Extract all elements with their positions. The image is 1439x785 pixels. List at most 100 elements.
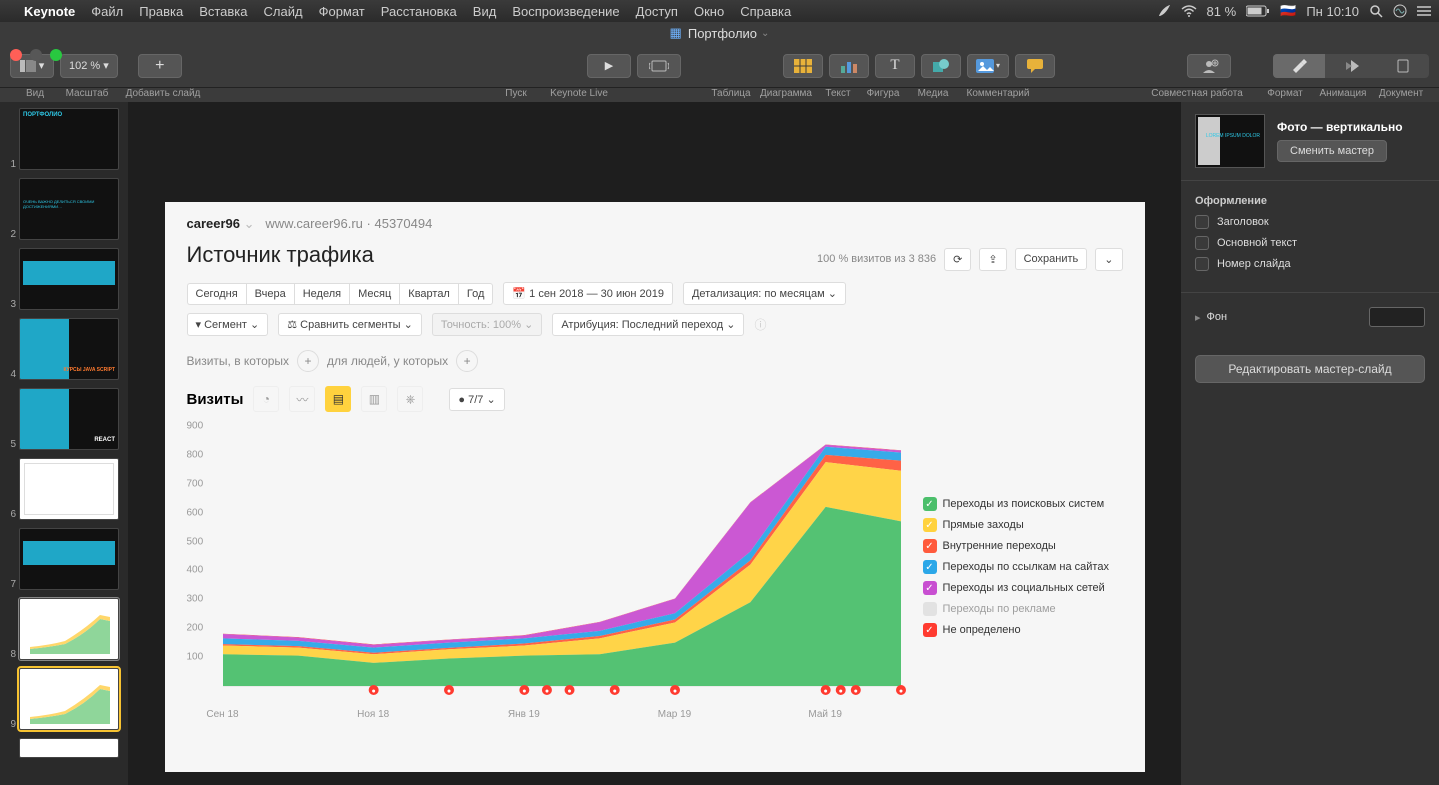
chart-type-area[interactable]: ▤: [325, 386, 351, 412]
period-today[interactable]: Сегодня: [187, 283, 246, 305]
media-button[interactable]: ▾: [967, 54, 1009, 78]
period-week[interactable]: Неделя: [294, 283, 349, 305]
add-visit-filter[interactable]: +: [297, 350, 319, 372]
save-menu-button[interactable]: ⌄: [1095, 248, 1122, 271]
master-title: Фото — вертикально: [1277, 120, 1403, 134]
refresh-button[interactable]: ⟳: [944, 248, 971, 271]
change-master-button[interactable]: Сменить мастер: [1277, 140, 1387, 162]
fullscreen-button[interactable]: [50, 49, 62, 61]
play-button[interactable]: ▶: [587, 54, 631, 78]
svg-text:●: ●: [853, 688, 857, 695]
chart-type-pie[interactable]: ◔: [253, 386, 279, 412]
menu-play[interactable]: Воспроизведение: [512, 4, 619, 19]
series-selector[interactable]: ● 7/7 ⌄: [449, 388, 504, 411]
slide-content[interactable]: career96 ⌄ www.career96.ru · 45370494 Ис…: [165, 202, 1145, 772]
menu-slide[interactable]: Слайд: [264, 4, 303, 19]
close-button[interactable]: [10, 49, 22, 61]
clock[interactable]: Пн 10:10: [1306, 4, 1359, 19]
thumb-4[interactable]: КУРСЫ JAVA SCRIPT: [19, 318, 119, 380]
save-button[interactable]: Сохранить: [1015, 248, 1088, 270]
inspector-tabs: [1273, 54, 1429, 78]
siri-icon[interactable]: [1393, 4, 1407, 18]
menu-format[interactable]: Формат: [319, 4, 365, 19]
table-button[interactable]: [783, 54, 823, 78]
add-people-filter[interactable]: +: [456, 350, 478, 372]
wifi-icon[interactable]: [1181, 5, 1197, 17]
chart-button[interactable]: [829, 54, 869, 78]
background-disclosure[interactable]: ▸ Фон: [1195, 307, 1425, 327]
edit-master-button[interactable]: Редактировать мастер-слайд: [1195, 355, 1425, 383]
attribution-button[interactable]: Атрибуция: Последний переход ⌄: [552, 313, 744, 336]
compare-button[interactable]: ⚖ Сравнить сегменты ⌄: [278, 313, 422, 336]
collaborate-button[interactable]: [1187, 54, 1231, 78]
keynote-window: ▦ Портфолио ⌄ ▾ 102 %▾ + ▶ T ▾ Вид Масшт…: [0, 22, 1439, 785]
spotlight-icon[interactable]: [1369, 4, 1383, 18]
shape-button[interactable]: [921, 54, 961, 78]
comment-button[interactable]: [1015, 54, 1055, 78]
legend-item[interactable]: ✓Внутренние переходы: [923, 539, 1123, 553]
svg-text:●: ●: [446, 688, 450, 695]
quill-icon[interactable]: [1157, 4, 1171, 18]
text-button[interactable]: T: [875, 54, 915, 78]
menu-help[interactable]: Справка: [740, 4, 791, 19]
period-yesterday[interactable]: Вчера: [246, 283, 294, 305]
thumb-3[interactable]: [19, 248, 119, 310]
period-year[interactable]: Год: [458, 283, 494, 305]
zoom-button[interactable]: 102 %▾: [60, 54, 118, 78]
legend-item[interactable]: ✓Прямые заходы: [923, 518, 1123, 532]
thumb-9[interactable]: [19, 668, 119, 730]
chart-type-map[interactable]: ⎈: [397, 386, 423, 412]
minimize-button[interactable]: [30, 49, 42, 61]
notification-center-icon[interactable]: [1417, 5, 1431, 17]
precision-button[interactable]: Точность: 100% ⌄: [432, 313, 542, 336]
period-month[interactable]: Месяц: [349, 283, 399, 305]
svg-text:●: ●: [371, 688, 375, 695]
date-range[interactable]: 📅 1 сен 2018 — 30 июн 2019: [503, 282, 673, 305]
export-button[interactable]: ⇪: [979, 248, 1006, 271]
menu-arrange[interactable]: Расстановка: [381, 4, 457, 19]
chart-type-bar[interactable]: ▥: [361, 386, 387, 412]
add-slide-button[interactable]: +: [138, 54, 182, 78]
background-colorwell[interactable]: [1369, 307, 1425, 327]
segment-button[interactable]: ▾ Сегмент ⌄: [187, 313, 269, 336]
period-quarter[interactable]: Квартал: [399, 283, 458, 305]
menu-view[interactable]: Вид: [473, 4, 497, 19]
slide-navigator[interactable]: 1ПОРТФОЛИО 2ОЧЕНЬ ВАЖНО ДЕЛИТЬСЯ СВОИМИ …: [0, 102, 128, 785]
metric-title: Визиты: [187, 391, 244, 408]
thumb-6[interactable]: [19, 458, 119, 520]
legend-item[interactable]: ✓Переходы по ссылкам на сайтах: [923, 560, 1123, 574]
thumb-2[interactable]: ОЧЕНЬ ВАЖНО ДЕЛИТЬСЯ СВОИМИ ДОСТИЖЕНИЯМИ…: [19, 178, 119, 240]
legend-item[interactable]: ✓Переходы из социальных сетей: [923, 581, 1123, 595]
menu-window[interactable]: Окно: [694, 4, 724, 19]
thumb-8[interactable]: [19, 598, 119, 660]
window-title[interactable]: Портфолио: [688, 26, 757, 41]
slide-canvas[interactable]: career96 ⌄ www.career96.ru · 45370494 Ис…: [128, 102, 1181, 785]
tab-animation[interactable]: [1325, 54, 1377, 78]
battery-icon[interactable]: [1246, 5, 1270, 17]
menu-edit[interactable]: Правка: [139, 4, 183, 19]
checkbox-slidenum[interactable]: [1195, 257, 1209, 271]
chart-type-line[interactable]: 〰: [289, 386, 315, 412]
thumb-10[interactable]: [19, 738, 119, 758]
report-title: Источник трафика: [165, 236, 396, 282]
help-icon[interactable]: ⓘ: [754, 316, 766, 333]
legend-item[interactable]: ✓Переходы из поисковых систем: [923, 497, 1123, 511]
thumb-7[interactable]: [19, 528, 119, 590]
thumb-5[interactable]: REACT: [19, 388, 119, 450]
title-chevron-icon[interactable]: ⌄: [761, 28, 769, 39]
keynote-live-button[interactable]: [637, 54, 681, 78]
detail-select[interactable]: Детализация: по месяцам ⌄: [683, 282, 846, 305]
master-thumbnail: LOREM IPSUM DOLOR: [1195, 114, 1265, 168]
checkbox-body[interactable]: [1195, 236, 1209, 250]
menu-file[interactable]: Файл: [91, 4, 123, 19]
menu-insert[interactable]: Вставка: [199, 4, 247, 19]
tab-document[interactable]: [1377, 54, 1429, 78]
input-flag[interactable]: 🇷🇺: [1280, 3, 1296, 19]
app-name-menu[interactable]: Keynote: [24, 4, 75, 19]
thumb-1[interactable]: ПОРТФОЛИО: [19, 108, 119, 170]
legend-item[interactable]: ✓Не определено: [923, 623, 1123, 637]
checkbox-title[interactable]: [1195, 215, 1209, 229]
legend-item[interactable]: Переходы по рекламе: [923, 602, 1123, 616]
menu-share[interactable]: Доступ: [636, 4, 678, 19]
tab-format[interactable]: [1273, 54, 1325, 78]
